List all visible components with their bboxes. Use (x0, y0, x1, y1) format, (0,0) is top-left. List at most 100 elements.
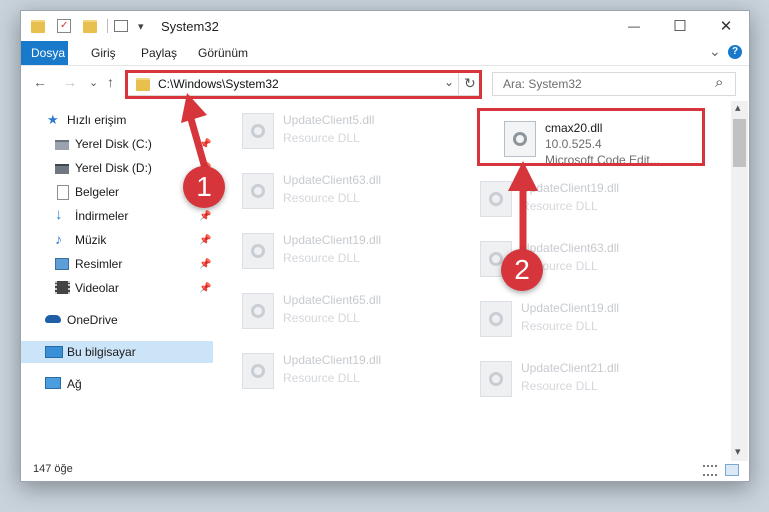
scroll-down-icon[interactable]: ▾ (735, 445, 741, 458)
step-2-badge: 2 (501, 249, 543, 291)
sidebar-item-label: İndirmeler (75, 209, 129, 223)
sidebar-item-pictures[interactable]: Resimler 📌 (21, 253, 213, 275)
close-icon: ✕ (719, 18, 733, 35)
folder-icon (31, 19, 45, 33)
file-name: UpdateClient65.dll (283, 293, 382, 307)
computer-icon (45, 346, 63, 358)
sidebar-item-label: Bu bilgisayar (67, 345, 136, 359)
file-item[interactable]: UpdateClient5.dll Resource DLL (236, 107, 456, 155)
file-description: Resource DLL (283, 371, 360, 385)
sidebar-item-music[interactable]: ♪ Müzik 📌 (21, 229, 213, 251)
cloud-icon (45, 315, 61, 323)
videos-icon (55, 281, 70, 294)
file-name: UpdateClient19.dll (283, 353, 382, 367)
tab-paylas[interactable]: Paylaş (131, 41, 187, 65)
up-icon[interactable]: ↑ (107, 74, 114, 90)
new-folder-icon[interactable] (83, 19, 97, 33)
star-icon: ★ (47, 112, 59, 127)
file-description: Resource DLL (283, 251, 360, 265)
maximize-button[interactable]: ☐ (657, 11, 703, 41)
dll-file-icon (242, 233, 274, 269)
help-icon[interactable]: ? (728, 45, 742, 59)
back-icon[interactable]: ← (33, 74, 47, 90)
file-item[interactable]: UpdateClient21.dll Resource DLL (474, 355, 694, 403)
dll-file-icon (242, 173, 274, 209)
music-icon: ♪ (55, 231, 62, 247)
search-icon: ⌕ (715, 74, 724, 91)
file-description: Resource DLL (283, 131, 360, 145)
pin-icon[interactable]: 📌 (199, 211, 211, 222)
file-name: UpdateClient5.dll (283, 113, 375, 127)
quick-access-toolbar: ✓ ▾ (31, 17, 144, 35)
search-input[interactable]: Ara: System32 (503, 77, 582, 91)
pin-icon[interactable]: 📌 (199, 259, 211, 270)
minimize-icon: — (628, 19, 640, 33)
minimize-button[interactable]: — (611, 11, 657, 41)
pin-icon[interactable]: 📌 (199, 283, 211, 294)
sidebar-item-videos[interactable]: Videolar 📌 (21, 277, 213, 299)
drive-icon (55, 164, 69, 174)
maximize-icon: ☐ (673, 18, 687, 35)
tab-dosya[interactable]: Dosya (21, 41, 68, 65)
scroll-thumb[interactable] (733, 119, 746, 167)
vertical-scrollbar[interactable]: ▴ ▾ (731, 101, 748, 461)
properties-icon[interactable]: ✓ (57, 19, 71, 33)
file-name: UpdateClient19.dll (283, 233, 382, 247)
explorer-window: ✓ ▾ System32 — ☐ ✕ Dosya Giriş Paylaş Gö… (20, 10, 750, 482)
qat-separator (107, 19, 108, 33)
sidebar-item-this-pc[interactable]: Bu bilgisayar (21, 341, 213, 363)
tab-giris[interactable]: Giriş (81, 41, 126, 65)
file-item[interactable]: UpdateClient19.dll Resource DLL (236, 227, 456, 275)
file-name: UpdateClient63.dll (283, 173, 382, 187)
pin-icon[interactable]: 📌 (199, 235, 211, 246)
close-button[interactable]: ✕ (703, 11, 749, 41)
network-icon (45, 377, 61, 389)
title-bar: ✓ ▾ System32 — ☐ ✕ (21, 11, 749, 41)
sidebar-item-label: Yerel Disk (C:) (75, 137, 152, 151)
dll-file-icon (242, 113, 274, 149)
sidebar-item-onedrive[interactable]: OneDrive (21, 309, 213, 331)
qat-dropdown-icon[interactable]: ▾ (138, 20, 144, 33)
file-description: Resource DLL (521, 319, 598, 333)
sidebar-item-label: OneDrive (67, 313, 118, 327)
forward-icon[interactable]: → (63, 74, 77, 90)
dll-file-icon (480, 301, 512, 337)
file-item[interactable]: UpdateClient65.dll Resource DLL (236, 287, 456, 335)
download-icon: ↓ (55, 206, 63, 223)
documents-icon (57, 185, 69, 200)
details-view-icon[interactable] (703, 465, 717, 476)
sidebar-item-label: Resimler (75, 257, 123, 271)
sidebar-item-label: Videolar (75, 281, 119, 295)
dll-file-icon (480, 361, 512, 397)
recent-locations-icon[interactable]: ⌄ (89, 76, 98, 89)
file-item[interactable]: UpdateClient63.dll Resource DLL (236, 167, 456, 215)
tab-gorunum[interactable]: Görünüm (188, 41, 258, 65)
file-name: UpdateClient21.dll (521, 361, 620, 375)
ribbon-expand-icon[interactable]: ⌄ (709, 43, 721, 60)
sidebar-item-label: Müzik (75, 233, 107, 247)
sidebar-item-label: Ağ (67, 377, 82, 391)
ribbon-tabs: Dosya Giriş Paylaş Görünüm ⌄ ? (21, 41, 749, 66)
file-item[interactable]: UpdateClient19.dll Resource DLL (236, 347, 456, 395)
pictures-icon (55, 258, 69, 270)
file-description: Resource DLL (283, 311, 360, 325)
search-box[interactable]: Ara: System32 ⌕ (492, 72, 736, 96)
window-title: System32 (161, 19, 219, 34)
step-1-badge: 1 (183, 166, 225, 208)
file-description: Resource DLL (521, 379, 598, 393)
file-highlight-box (477, 108, 705, 166)
view-options-icon[interactable] (114, 20, 128, 32)
dll-file-icon (242, 293, 274, 329)
file-description: Resource DLL (283, 191, 360, 205)
dll-file-icon (242, 353, 274, 389)
scroll-up-icon[interactable]: ▴ (735, 101, 741, 114)
sidebar-item-label: Belgeler (75, 185, 120, 199)
sidebar-item-network[interactable]: Ağ (21, 373, 213, 395)
sidebar-item-label: Hızlı erişim (67, 113, 127, 127)
item-count: 147 öğe (33, 463, 73, 475)
sidebar-item-downloads[interactable]: ↓ İndirmeler 📌 (21, 205, 213, 227)
large-icons-view-icon[interactable] (725, 464, 739, 476)
sidebar-item-label: Yerel Disk (D:) (75, 161, 152, 175)
drive-icon (55, 140, 69, 150)
file-item[interactable]: UpdateClient19.dll Resource DLL (474, 295, 694, 343)
